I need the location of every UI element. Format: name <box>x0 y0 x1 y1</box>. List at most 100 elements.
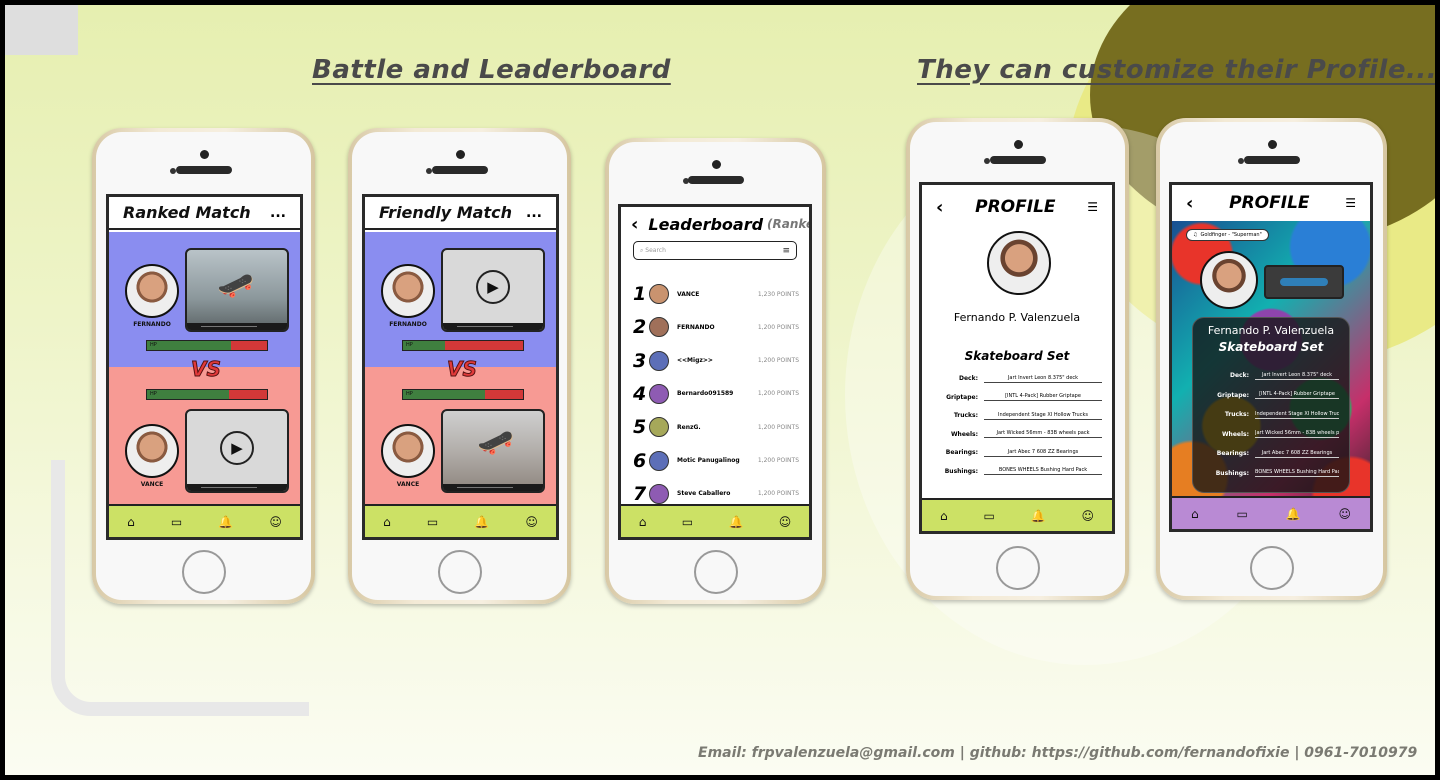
spec-value: Jart Invert Leon 8.375" deck <box>984 375 1102 383</box>
settings-sliders-icon[interactable]: ☰ <box>1087 200 1098 214</box>
spec-value: BONES WHEELS Bushing Hard Pack <box>984 467 1102 475</box>
player-points: 1,200 POINTS <box>757 423 799 431</box>
user-icon[interactable]: ☺ <box>1339 507 1352 521</box>
user-icon[interactable]: ☺ <box>525 515 538 529</box>
video-controls[interactable] <box>443 484 543 491</box>
avatar <box>649 483 669 504</box>
spec-value: Jart Invert Leon 8.375" deck <box>1255 372 1339 380</box>
vs-badge: VS <box>447 357 478 382</box>
home-icon[interactable]: ⌂ <box>383 515 391 529</box>
spec-label: Griptape: <box>1217 391 1249 399</box>
home-button <box>995 546 1040 590</box>
video-controls[interactable] <box>443 323 543 330</box>
profile-avatar[interactable] <box>987 231 1051 295</box>
table-row[interactable]: 1 VANCE 1,230 POINTS <box>633 279 799 309</box>
bottom-nav: ⌂ ▭ 🔔 ☺ <box>1172 496 1370 529</box>
player2-panel: HP ▶ VANCE <box>109 367 300 508</box>
home-icon[interactable]: ⌂ <box>1191 507 1199 521</box>
table-row[interactable]: 2 FERNANDO 1,200 POINTS <box>633 312 799 342</box>
chat-icon[interactable]: ▭ <box>682 515 693 529</box>
bell-icon[interactable]: 🔔 <box>218 515 233 529</box>
home-icon[interactable]: ⌂ <box>127 515 135 529</box>
rank-number: 6 <box>633 449 647 472</box>
profile-title: PROFILE <box>1229 193 1310 213</box>
spec-value: Jart Wicked 56mm - 83B wheels pack <box>984 430 1102 438</box>
more-icon[interactable]: ... <box>270 205 286 221</box>
avatar[interactable] <box>125 264 179 318</box>
chat-icon[interactable]: ▭ <box>983 509 994 523</box>
video-controls[interactable] <box>187 323 287 330</box>
skater-figure: 🛹 <box>217 268 255 303</box>
player-points: 1,200 POINTS <box>757 457 799 464</box>
settings-sliders-icon[interactable]: ☰ <box>1345 196 1356 210</box>
more-icon[interactable]: ... <box>526 205 542 221</box>
search-placeholder: Search <box>645 246 666 254</box>
song-title: Goldfinger - "Superman" <box>1200 232 1262 238</box>
player2-panel: HP 🛹 VANCE <box>365 367 556 508</box>
spec-row: Trucks: Independent Stage XI Hollow Truc… <box>1201 407 1339 422</box>
skateboard-set-title: Skateboard Set <box>1218 340 1324 354</box>
avatar[interactable] <box>381 264 435 318</box>
player2-name: VANCE <box>396 481 420 488</box>
avatar <box>649 350 669 371</box>
home-icon[interactable]: ⌂ <box>940 509 948 523</box>
player2-name: VANCE <box>140 481 164 488</box>
spec-value: Independent Stage XI Hollow Trucks <box>1255 410 1339 419</box>
avatar <box>649 317 669 338</box>
player-points: 1,200 POINTS <box>757 390 799 398</box>
chat-icon[interactable]: ▭ <box>1236 507 1247 521</box>
leaderboard-screen: ‹ Leaderboard (Ranked) ⌕ Search ≡ 1 VANC… <box>618 204 812 540</box>
table-row[interactable]: 5 RenzG. 1,200 POINTS <box>633 412 799 442</box>
player-name: RenzG. <box>677 423 701 431</box>
profile-screen: ‹ PROFILE ☰ Fernando P. Valenzuela Skate… <box>919 182 1115 534</box>
video-player[interactable]: 🛹 <box>185 248 289 332</box>
avatar <box>649 417 669 438</box>
back-icon[interactable]: ‹ <box>936 197 943 218</box>
video-controls[interactable] <box>187 484 287 491</box>
phone-ranked: Ranked Match ... FERNANDO 🛹 HP VS HP ▶ V… <box>92 128 315 604</box>
player-name: Bernardo091589 <box>677 390 734 398</box>
avatar[interactable] <box>125 424 179 478</box>
heading-profile: They can customize their Profile... <box>917 55 1435 85</box>
chat-icon[interactable]: ▭ <box>427 515 438 529</box>
bell-icon[interactable]: 🔔 <box>474 515 489 529</box>
leaderboard-subtitle: (Ranked) <box>767 217 809 231</box>
avatar[interactable] <box>381 424 435 478</box>
avatar <box>649 383 669 404</box>
user-icon[interactable]: ☺ <box>269 515 282 529</box>
now-playing-badge[interactable]: ♫ Goldfinger - "Superman" <box>1186 229 1269 241</box>
user-icon[interactable]: ☺ <box>1082 509 1095 523</box>
home-button <box>1249 546 1294 590</box>
table-row[interactable]: 4 Bernardo091589 1,200 POINTS <box>633 379 799 409</box>
spec-value: [INTL 4-Pack] Rubber Griptape <box>984 393 1102 401</box>
bell-icon[interactable]: 🔔 <box>1031 509 1046 523</box>
video-player[interactable]: 🛹 <box>441 409 545 493</box>
search-input[interactable]: ⌕ Search ≡ <box>633 241 797 260</box>
table-row[interactable]: 6 Motic Panugalinog 1,200 POINTS <box>633 446 799 476</box>
player1-panel: FERNANDO 🛹 HP <box>109 232 300 367</box>
video-player[interactable]: ▶ <box>441 248 545 332</box>
spec-label: Bearings: <box>1216 450 1249 457</box>
home-icon[interactable]: ⌂ <box>639 515 647 529</box>
phone-friendly: Friendly Match ... FERNANDO ▶ HP VS HP 🛹… <box>348 128 571 604</box>
bell-icon[interactable]: 🔔 <box>728 515 743 529</box>
back-icon[interactable]: ‹ <box>631 214 638 235</box>
back-icon[interactable]: ‹ <box>1186 193 1193 214</box>
skater-figure: 🛹 <box>477 425 515 460</box>
profile-avatar[interactable] <box>1200 251 1258 309</box>
player-points: 1,230 POINTS <box>757 290 799 298</box>
vs-badge: VS <box>191 357 222 382</box>
avatar <box>649 450 669 471</box>
profile-card: Fernando P. Valenzuela Skateboard Set De… <box>1192 317 1350 493</box>
spec-label: Deck: <box>1230 372 1249 379</box>
user-icon[interactable]: ☺ <box>779 515 792 529</box>
play-icon[interactable]: ▶ <box>220 431 254 465</box>
video-player[interactable]: ▶ <box>185 409 289 493</box>
table-row[interactable]: 3 <<Migz>> 1,200 POINTS <box>633 346 799 376</box>
filter-icon[interactable]: ≡ <box>782 246 790 256</box>
player-points: 1,200 POINTS <box>757 357 799 365</box>
spec-value: BONES WHEELS Bushing Hard Pack <box>1255 469 1339 477</box>
play-icon[interactable]: ▶ <box>476 270 510 304</box>
chat-icon[interactable]: ▭ <box>171 515 182 529</box>
bell-icon[interactable]: 🔔 <box>1286 507 1301 521</box>
